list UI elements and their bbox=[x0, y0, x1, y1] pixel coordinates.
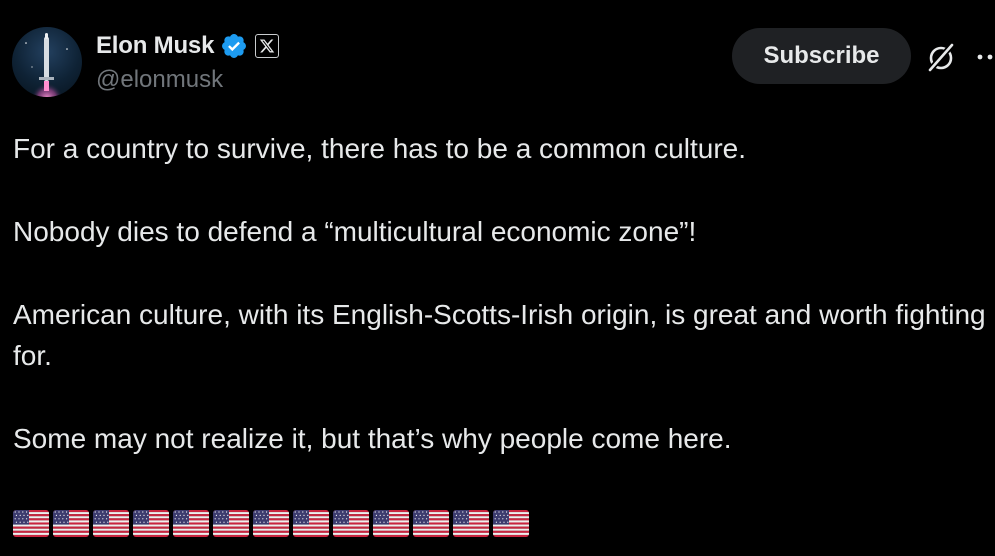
us-flag-emoji bbox=[213, 510, 249, 537]
author-name-row: Elon Musk bbox=[96, 29, 280, 63]
tweet-paragraph: For a country to survive, there has to b… bbox=[13, 133, 747, 164]
grok-slash-circle-icon[interactable] bbox=[924, 40, 958, 74]
us-flag-emoji bbox=[13, 510, 49, 537]
tweet-text: For a country to survive, there has to b… bbox=[13, 128, 988, 459]
us-flag-emoji bbox=[333, 510, 369, 537]
tweet-paragraph: Nobody dies to defend a “multicultural e… bbox=[13, 216, 697, 247]
us-flag-emoji bbox=[93, 510, 129, 537]
display-name[interactable]: Elon Musk bbox=[96, 32, 214, 60]
us-flag-emoji bbox=[373, 510, 409, 537]
us-flag-emoji bbox=[173, 510, 209, 537]
us-flag-emoji bbox=[293, 510, 329, 537]
us-flag-emoji bbox=[453, 510, 489, 537]
tweet-paragraph: Some may not realize it, but that’s why … bbox=[13, 423, 732, 454]
tweet-paragraph: American culture, with its English-Scott… bbox=[13, 299, 986, 371]
x-logo-icon[interactable] bbox=[255, 34, 280, 58]
us-flag-emoji-row bbox=[13, 510, 529, 537]
subscribe-button[interactable]: Subscribe bbox=[732, 28, 911, 84]
us-flag-emoji bbox=[493, 510, 529, 537]
author-handle[interactable]: @elonmusk bbox=[96, 66, 223, 94]
us-flag-emoji bbox=[53, 510, 89, 537]
rocket-launch-avatar bbox=[25, 33, 68, 97]
us-flag-emoji bbox=[253, 510, 289, 537]
avatar[interactable] bbox=[12, 27, 82, 97]
us-flag-emoji bbox=[133, 510, 169, 537]
us-flag-emoji bbox=[413, 510, 449, 537]
verified-badge-icon[interactable] bbox=[220, 32, 248, 60]
more-dots-icon[interactable] bbox=[970, 40, 995, 74]
